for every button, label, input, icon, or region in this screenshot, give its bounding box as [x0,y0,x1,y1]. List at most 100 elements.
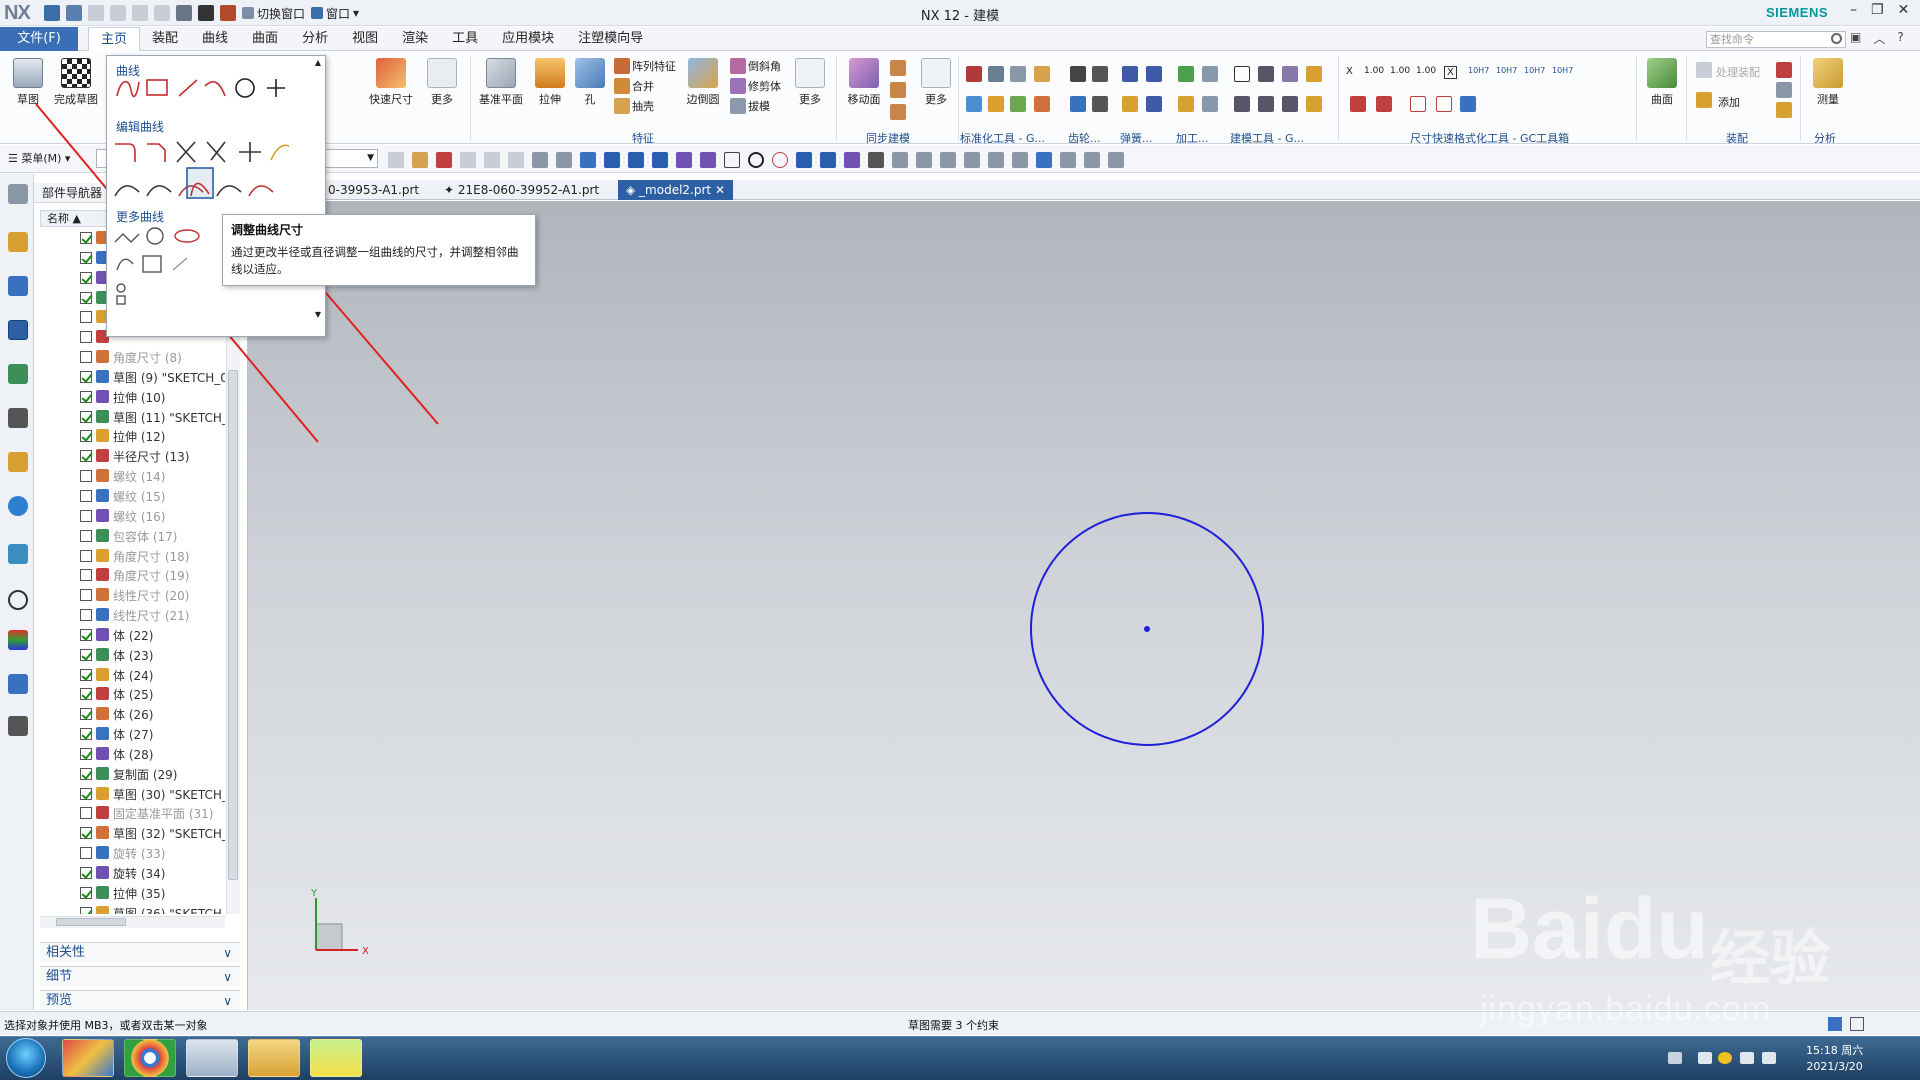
minimize-button[interactable]: – [1850,2,1857,18]
taskbar-clock[interactable]: 15:18 周六 2021/3/20 [1806,1043,1863,1075]
view-tool-icon[interactable] [940,152,956,168]
dim-diameter-icon[interactable] [1410,96,1426,112]
dim-format-decimal-1[interactable]: 1.00 [1364,66,1384,76]
dim-format-icon[interactable] [1376,96,1392,112]
visibility-checkbox[interactable] [80,232,92,244]
std-tool-icon[interactable] [966,66,982,82]
reuse-library-icon[interactable] [8,364,28,384]
visibility-checkbox[interactable] [80,589,92,602]
std-tool-icon[interactable] [988,66,1004,82]
table-row[interactable]: 螺纹 (15) [40,486,225,506]
conic-icon[interactable] [116,258,134,271]
machining-icon[interactable] [1202,96,1218,112]
gear-icon[interactable] [1070,96,1086,112]
view-tool-icon[interactable] [1060,152,1076,168]
visibility-checkbox[interactable] [80,668,92,681]
table-row[interactable]: 固定基准平面 (31) [40,803,225,823]
assembly-navigator-icon[interactable] [8,232,28,252]
ellipse-icon[interactable] [174,229,200,243]
selection-tool-icon[interactable] [484,152,500,168]
visibility-checkbox[interactable] [80,430,92,443]
arc-icon[interactable] [204,80,226,97]
constraint-navigator-icon[interactable] [8,276,28,296]
sync-tool-icon[interactable] [890,104,906,120]
dim-format-x[interactable]: X [1346,66,1353,77]
gear-icon[interactable] [1092,96,1108,112]
tray-keyboard-icon[interactable] [1668,1052,1682,1064]
visibility-checkbox[interactable] [80,271,92,284]
doc-tab-39952[interactable]: ✦ 21E8-060-39952-A1.prt [436,180,607,200]
view-tool-icon[interactable] [916,152,932,168]
chamfer-button[interactable]: 倒斜角 [748,58,781,74]
machining-icon[interactable] [1178,96,1194,112]
history-icon[interactable] [8,544,28,564]
more-sketch-button[interactable]: 更多 [424,58,460,107]
measure-button[interactable]: 测量 [1808,58,1848,107]
hd3d-tools-icon[interactable] [8,408,28,428]
table-row[interactable]: 旋转 (33) [40,843,225,863]
dim-diameter-icon[interactable] [1436,96,1452,112]
chamfer-icon[interactable] [147,143,166,162]
dim-format-tolerance-4[interactable]: 10H7 [1552,66,1573,75]
modeling-tool-icon[interactable] [1306,96,1322,112]
tab-render[interactable]: 渲染 [390,27,440,51]
taskbar-app-calculator[interactable] [186,1039,238,1077]
spring-icon[interactable] [1146,96,1162,112]
snap-point-icon[interactable] [844,152,860,168]
tab-assembly[interactable]: 装配 [140,27,190,51]
pattern-feature-button[interactable]: 阵列特征 [632,58,676,74]
gear-icon[interactable] [1070,66,1086,82]
view-tool-icon[interactable] [1108,152,1124,168]
menu-button[interactable]: ☰ 菜单(M) ▾ [8,150,70,166]
modeling-tool-icon[interactable] [1282,96,1298,112]
visibility-checkbox[interactable] [80,708,92,721]
modeling-tool-icon[interactable] [1258,96,1274,112]
table-row[interactable]: 草图 (32) "SKETCH_ [40,823,225,843]
modeling-tool-icon[interactable] [1306,66,1322,82]
hole-button[interactable]: 孔 [572,58,608,107]
snap-point-icon[interactable] [676,152,692,168]
polygon-icon[interactable] [114,233,140,243]
view-tool-icon[interactable] [964,152,980,168]
start-button[interactable] [6,1038,46,1078]
table-row[interactable]: 体 (23) [40,645,225,665]
snap-point-icon[interactable] [868,152,884,168]
view-tool-icon[interactable] [1036,152,1052,168]
sketch-button[interactable]: 草图 [8,58,48,107]
command-search-input[interactable]: 查找命令 [1706,31,1846,48]
snap-point-icon[interactable] [772,152,788,168]
table-row[interactable]: 体 (26) [40,704,225,724]
unite-button[interactable]: 合并 [632,78,654,94]
visibility-checkbox[interactable] [80,569,92,582]
add-component-button[interactable]: 添加 [1718,94,1740,110]
table-row[interactable]: 角度尺寸 (18) [40,546,225,566]
info-icon[interactable] [8,496,28,516]
draft-button[interactable]: 拔模 [748,98,770,114]
spring-icon[interactable] [1122,96,1138,112]
line-icon[interactable] [178,79,198,97]
visibility-checkbox[interactable] [80,549,92,562]
more-feature-button[interactable]: 更多 [792,58,828,107]
dim-format-decimal-2[interactable]: 1.00 [1390,66,1410,76]
selection-tool-icon[interactable] [388,152,404,168]
assembly-tool-icon[interactable] [1776,82,1792,98]
table-row[interactable]: 线性尺寸 (20) [40,585,225,605]
table-row[interactable]: 体 (25) [40,684,225,704]
spring-icon[interactable] [1122,66,1138,82]
visibility-checkbox[interactable] [80,509,92,522]
selection-tool-icon[interactable] [580,152,596,168]
table-row[interactable]: 草图 (36) "SKETCH_ [40,903,225,914]
tab-analysis[interactable]: 分析 [290,27,340,51]
role-icon[interactable] [8,674,28,694]
selection-tool-icon[interactable] [508,152,524,168]
offset-move-icon[interactable] [146,185,172,197]
snap-point-icon[interactable] [652,152,668,168]
table-row[interactable]: 拉伸 (10) [40,387,225,407]
move-curve-icon[interactable] [114,185,140,197]
maximize-button[interactable]: ❐ [1871,2,1884,18]
view-tool-icon[interactable] [892,152,908,168]
table-row[interactable]: 螺纹 (16) [40,506,225,526]
visibility-checkbox[interactable] [80,291,92,304]
std-tool-icon[interactable] [988,96,1004,112]
table-row[interactable]: 螺纹 (14) [40,466,225,486]
